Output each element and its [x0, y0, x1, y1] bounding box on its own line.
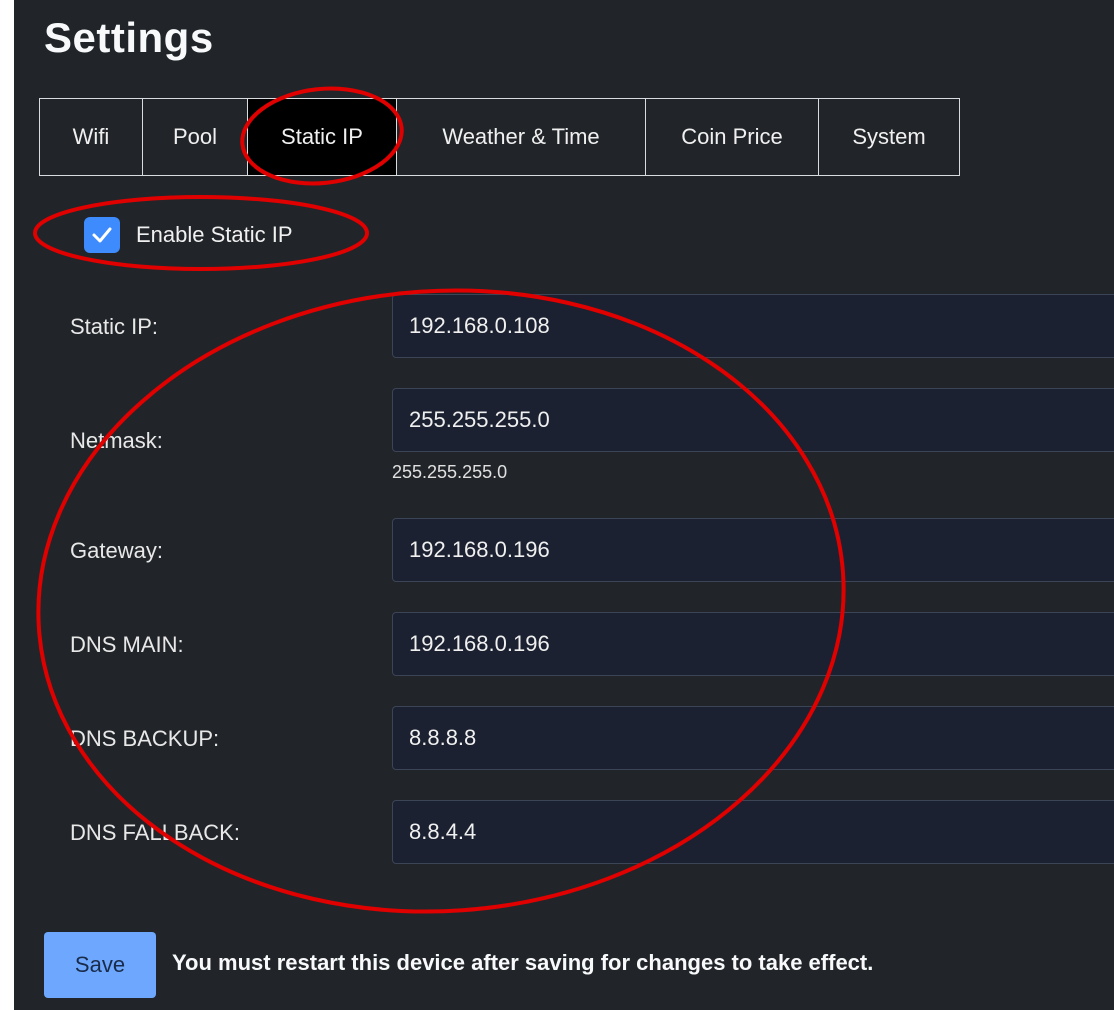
static-ip-label: Static IP: — [70, 314, 159, 339]
tab-wifi[interactable]: Wifi — [39, 98, 143, 176]
gateway-label: Gateway: — [70, 538, 163, 563]
dns-main-input[interactable] — [392, 612, 1114, 676]
static-ip-input[interactable] — [392, 294, 1114, 358]
dns-backup-label: DNS BACKUP: — [70, 726, 220, 751]
tab-coin-price[interactable]: Coin Price — [645, 98, 819, 176]
enable-static-ip-row: Enable Static IP — [84, 217, 293, 253]
page-title: Settings — [44, 14, 214, 61]
netmask-help-text: 255.255.255.0 — [392, 462, 508, 482]
netmask-input[interactable] — [392, 388, 1114, 452]
tab-system[interactable]: System — [818, 98, 960, 176]
tab-pool[interactable]: Pool — [142, 98, 248, 176]
restart-notice: You must restart this device after savin… — [172, 950, 874, 975]
dns-fallback-input[interactable] — [392, 800, 1114, 864]
tab-static-ip[interactable]: Static IP — [247, 98, 397, 176]
checkmark-icon — [92, 227, 112, 243]
settings-panel: Settings Wifi Pool Static IP Weather & T… — [14, 0, 1114, 1010]
dns-fallback-label: DNS FALLBACK: — [70, 820, 240, 845]
dns-main-label: DNS MAIN: — [70, 632, 184, 657]
tab-weather-time[interactable]: Weather & Time — [396, 98, 646, 176]
netmask-label: Netmask: — [70, 428, 163, 453]
dns-backup-input[interactable] — [392, 706, 1114, 770]
settings-tabs: Wifi Pool Static IP Weather & Time Coin … — [39, 98, 960, 176]
gateway-input[interactable] — [392, 518, 1114, 582]
enable-static-ip-label: Enable Static IP — [136, 222, 293, 247]
enable-static-ip-checkbox[interactable] — [84, 217, 120, 253]
save-button[interactable]: Save — [44, 932, 156, 998]
